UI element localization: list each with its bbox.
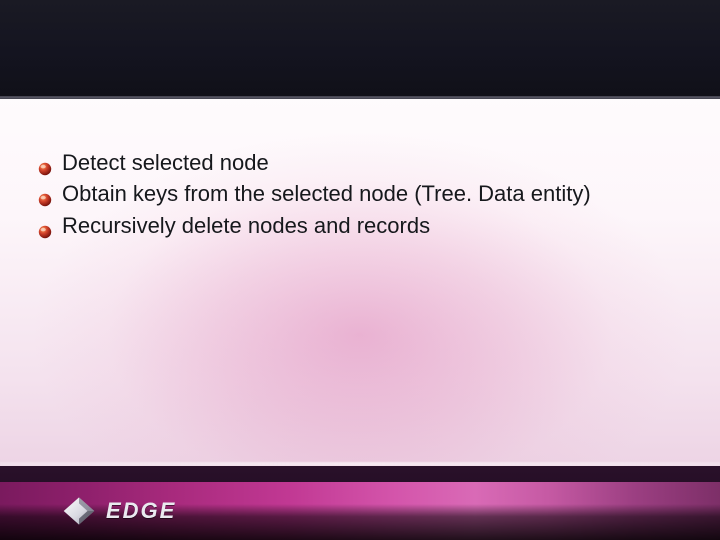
- list-item-text: Detect selected node: [62, 150, 269, 175]
- list-item: Detect selected node: [38, 148, 658, 177]
- list-item: Recursively delete nodes and records: [38, 211, 658, 240]
- list-item-text: Obtain keys from the selected node (Tree…: [62, 181, 591, 206]
- bullet-icon: [38, 217, 52, 231]
- list-item: Obtain keys from the selected node (Tree…: [38, 179, 658, 208]
- bullet-list: Detect selected node Obtain keys from th…: [38, 148, 658, 240]
- title-bar-separator: [0, 96, 720, 99]
- title-bar: [0, 0, 720, 96]
- bullet-icon: [38, 154, 52, 168]
- logo-mark-icon: [62, 494, 96, 528]
- logo-text: EDGE: [106, 498, 176, 524]
- footer: EDGE: [0, 466, 720, 540]
- bullet-icon: [38, 185, 52, 199]
- content-area: Detect selected node Obtain keys from th…: [38, 148, 658, 242]
- slide: Detect selected node Obtain keys from th…: [0, 0, 720, 540]
- logo: EDGE: [62, 494, 176, 528]
- list-item-text: Recursively delete nodes and records: [62, 213, 430, 238]
